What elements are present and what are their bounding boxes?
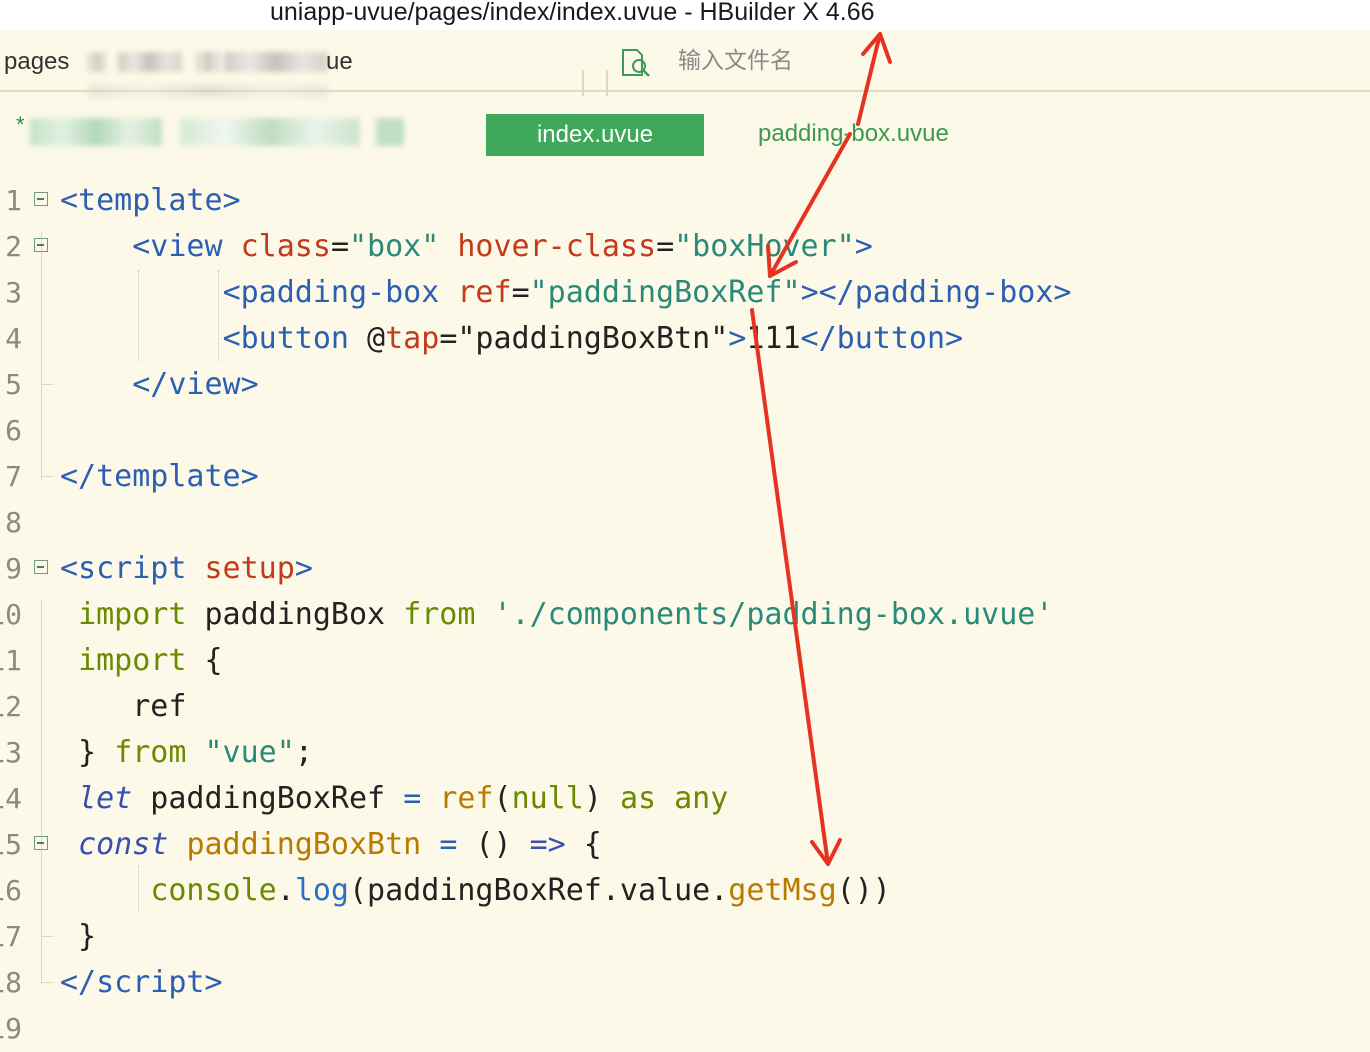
blurred-breadcrumb-segment bbox=[196, 52, 220, 72]
line-number: 1 bbox=[5, 184, 22, 217]
code-line: 2 <view class="box" hover-class="boxHove… bbox=[0, 224, 1370, 270]
code-line: 5 </view> bbox=[0, 362, 1370, 408]
code-line: 17 } bbox=[0, 914, 1370, 960]
code-text: import paddingBox from './components/pad… bbox=[78, 597, 1054, 632]
line-number: 15 bbox=[0, 828, 22, 861]
line-number: 18 bbox=[0, 966, 22, 999]
code-line: 18 </script> bbox=[0, 960, 1370, 1006]
line-number: 13 bbox=[0, 736, 22, 769]
code-text: } from "vue"; bbox=[60, 735, 313, 770]
window-title: uniapp-uvue/pages/index/index.uvue - HBu… bbox=[270, 0, 875, 26]
file-search-icon[interactable] bbox=[620, 48, 652, 78]
code-line: 12 ref bbox=[0, 684, 1370, 730]
line-number: 7 bbox=[5, 460, 22, 493]
line-number: 4 bbox=[5, 322, 22, 355]
line-number: 17 bbox=[0, 920, 22, 953]
toolbar: pages ue bbox=[0, 30, 1370, 98]
code-text: console.log(paddingBoxRef.value.getMsg()… bbox=[150, 873, 891, 908]
fold-toggle-icon[interactable] bbox=[34, 192, 48, 206]
code-line: 4 <button @tap="paddingBoxBtn">111</butt… bbox=[0, 316, 1370, 362]
code-text: <button @tap="paddingBoxBtn">111</button… bbox=[222, 321, 964, 356]
code-line: 19 bbox=[0, 1006, 1370, 1052]
code-text: const paddingBoxBtn = () => { bbox=[78, 827, 602, 862]
code-text: </view> bbox=[132, 367, 259, 402]
code-text: let paddingBoxRef = ref(null) as any bbox=[78, 781, 729, 816]
code-text: <template> bbox=[60, 183, 241, 218]
breadcrumb-pages[interactable]: pages bbox=[4, 48, 69, 76]
fold-toggle-icon[interactable] bbox=[34, 836, 48, 850]
editor-tabbar: * index.uvue padding-box.uvue bbox=[0, 92, 1370, 172]
code-text: } bbox=[60, 919, 97, 954]
code-line: 8 bbox=[0, 500, 1370, 546]
line-number: 3 bbox=[5, 276, 22, 309]
line-number: 9 bbox=[5, 552, 22, 585]
tab-padding-box-uvue[interactable]: padding-box.uvue bbox=[758, 120, 949, 148]
code-line: 7 </template> bbox=[0, 454, 1370, 500]
blurred-breadcrumb-segment bbox=[118, 52, 182, 72]
line-number: 2 bbox=[5, 230, 22, 263]
code-line: 14 let paddingBoxRef = ref(null) as any bbox=[0, 776, 1370, 822]
code-line: 13 } from "vue"; bbox=[0, 730, 1370, 776]
code-line: 15 const paddingBoxBtn = () => { bbox=[0, 822, 1370, 868]
code-text: </script> bbox=[60, 965, 223, 1000]
window-titlebar: uniapp-uvue/pages/index/index.uvue - HBu… bbox=[0, 0, 1370, 30]
code-text: ref bbox=[60, 689, 187, 724]
line-number: 12 bbox=[0, 690, 22, 723]
line-number: 5 bbox=[5, 368, 22, 401]
code-text: <view class="box" hover-class="boxHover"… bbox=[132, 229, 873, 264]
code-text: <padding-box ref="paddingBoxRef"></paddi… bbox=[222, 275, 1072, 310]
line-number: 16 bbox=[0, 874, 22, 907]
blurred-tab-label[interactable] bbox=[376, 118, 404, 146]
line-number: 8 bbox=[5, 506, 22, 539]
code-text: </template> bbox=[60, 459, 259, 494]
file-search-input[interactable] bbox=[674, 44, 982, 78]
modified-marker: * bbox=[16, 112, 25, 137]
code-line: 11 import { bbox=[0, 638, 1370, 684]
line-number: 19 bbox=[0, 1012, 22, 1045]
blurred-breadcrumb-segment bbox=[224, 52, 328, 72]
code-line: 9 <script setup> bbox=[0, 546, 1370, 592]
breadcrumb-file[interactable]: ue bbox=[326, 48, 353, 76]
code-line: 6 bbox=[0, 408, 1370, 454]
tab-index-uvue[interactable]: index.uvue bbox=[486, 114, 704, 156]
line-number: 10 bbox=[0, 598, 22, 631]
line-number: 14 bbox=[0, 782, 22, 815]
line-number: 6 bbox=[5, 414, 22, 447]
code-line: 3 <padding-box ref="paddingBoxRef"></pad… bbox=[0, 270, 1370, 316]
blurred-tab-label[interactable] bbox=[30, 118, 162, 146]
fold-toggle-icon[interactable] bbox=[34, 238, 48, 252]
fold-toggle-icon[interactable] bbox=[34, 560, 48, 574]
code-text: <script setup> bbox=[60, 551, 313, 586]
code-line: 16 console.log(paddingBoxRef.value.getMs… bbox=[0, 868, 1370, 914]
code-text: import { bbox=[78, 643, 223, 678]
code-editor[interactable]: 1 <template> 2 <view class="box" hover-c… bbox=[0, 178, 1370, 1045]
line-number: 11 bbox=[0, 644, 22, 677]
code-line: 1 <template> bbox=[0, 178, 1370, 224]
blurred-breadcrumb-segment bbox=[88, 52, 106, 72]
blurred-tab-label[interactable] bbox=[180, 118, 360, 146]
code-line: 10 import paddingBox from './components/… bbox=[0, 592, 1370, 638]
